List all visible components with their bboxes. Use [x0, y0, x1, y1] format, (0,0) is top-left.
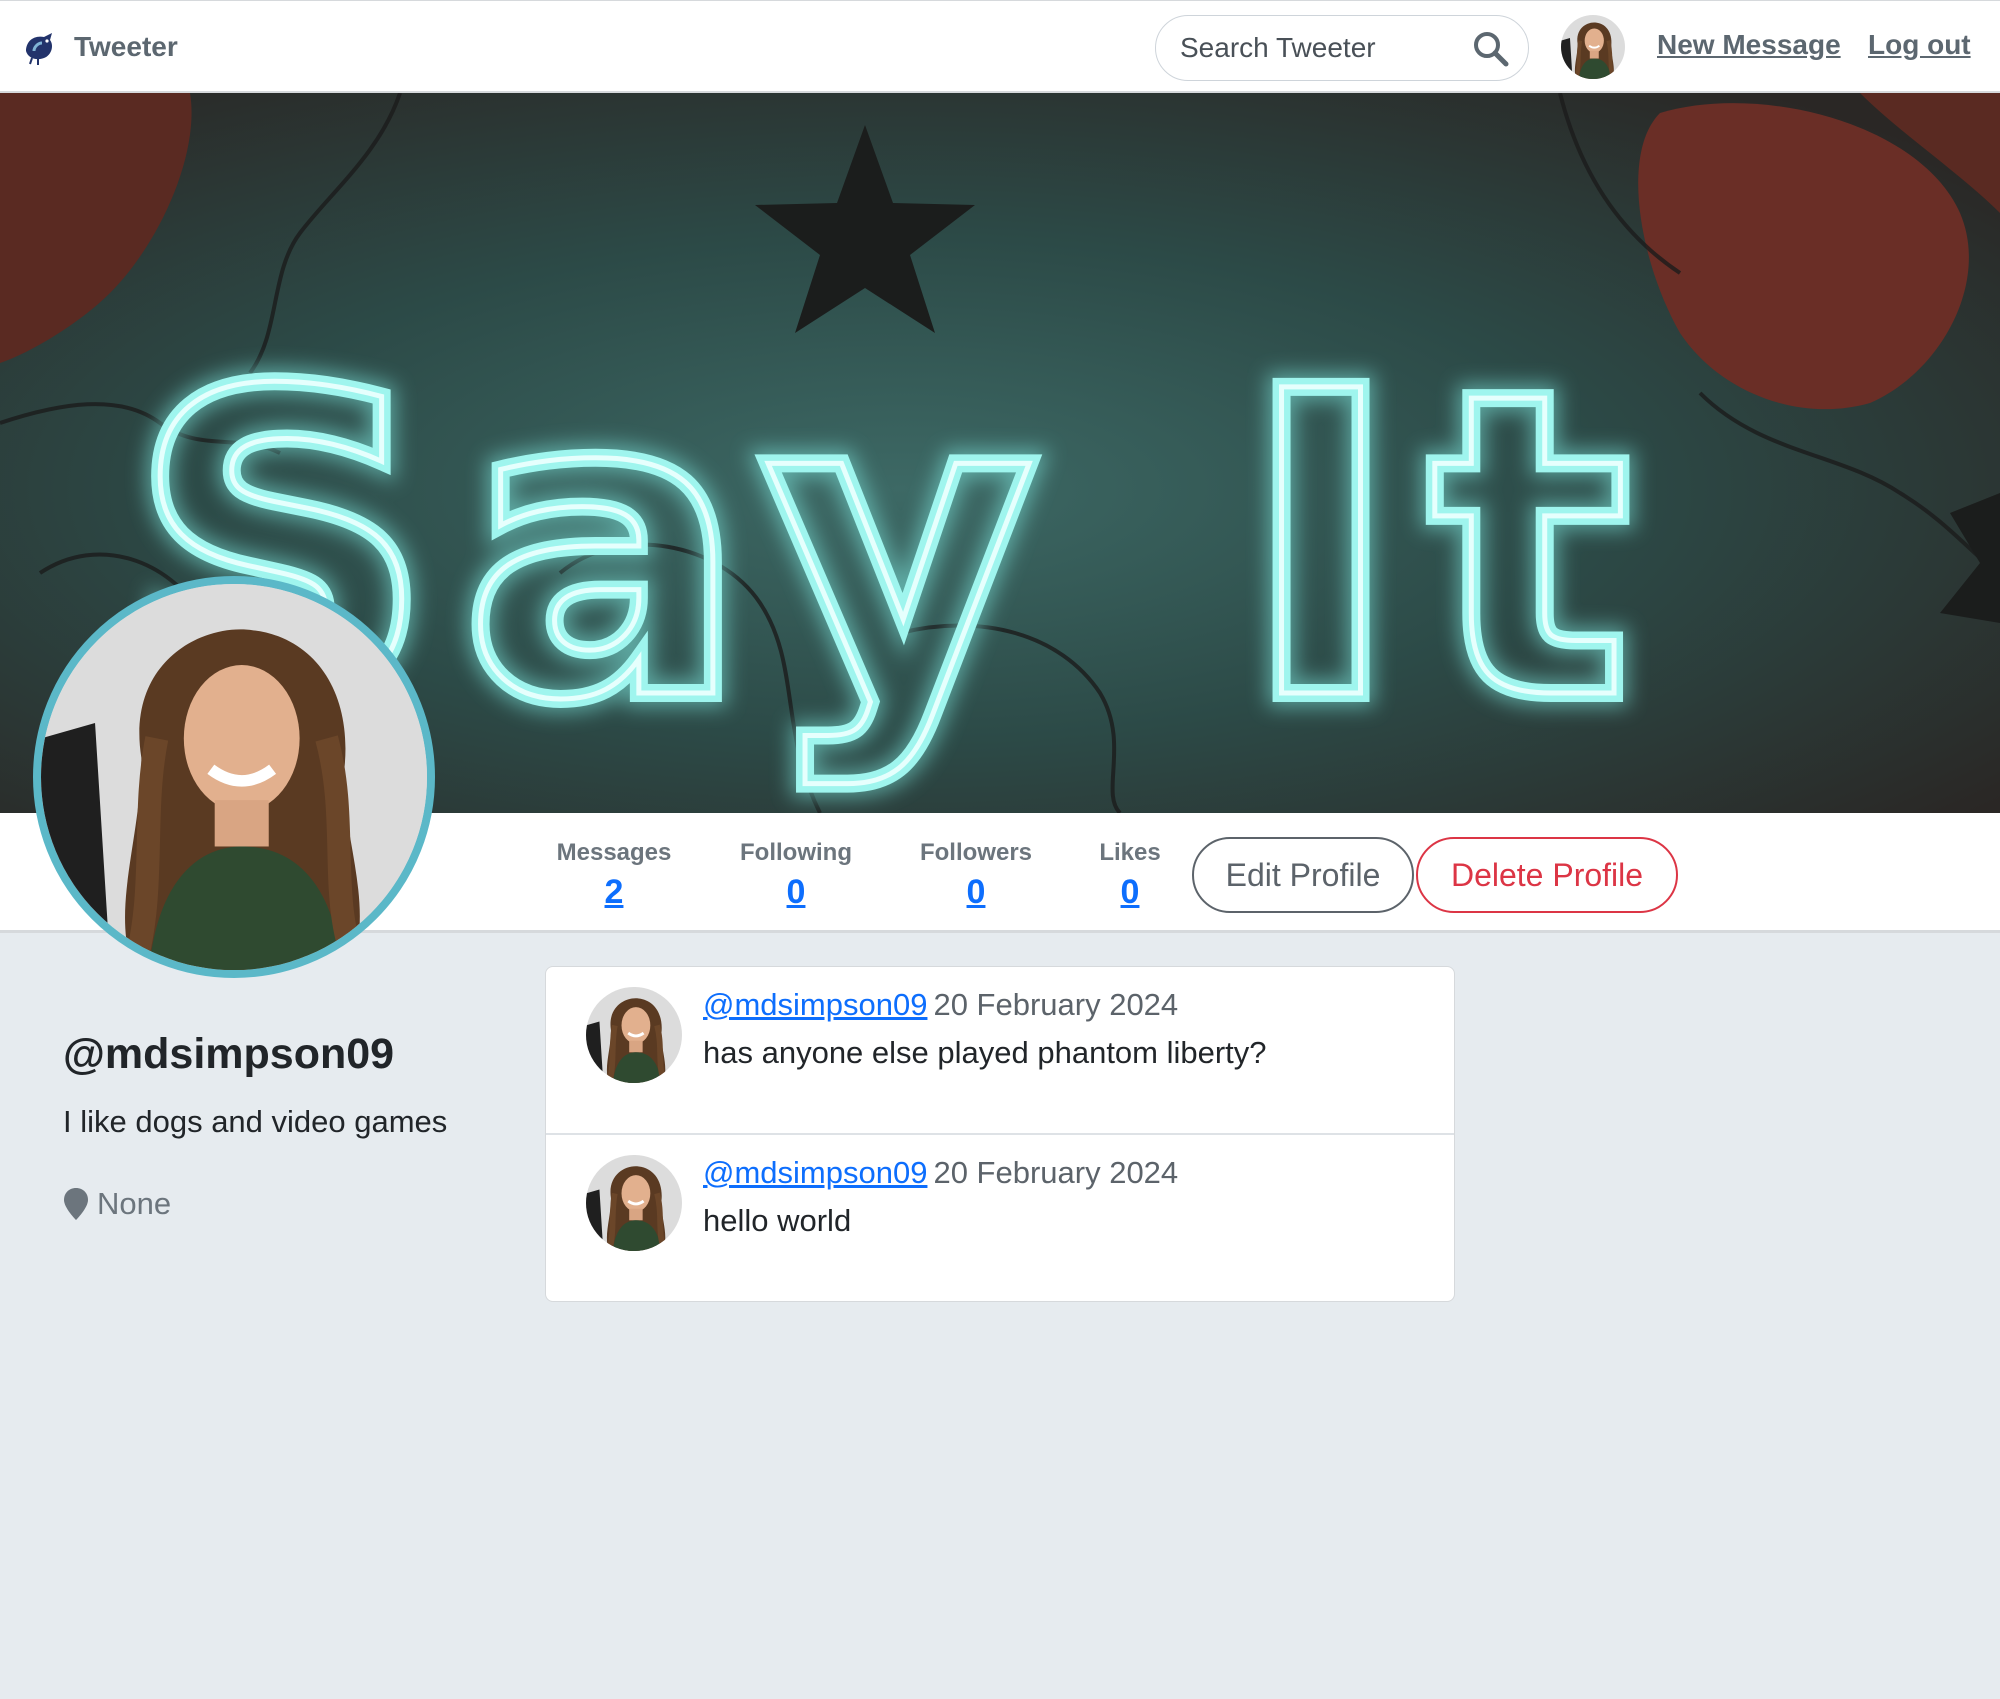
messages-list: @mdsimpson09 20 February 2024 has anyone …	[545, 966, 1455, 1302]
message-text: has anyone else played phantom liberty?	[703, 1035, 1267, 1070]
message-header: @mdsimpson09 20 February 2024	[703, 1155, 1178, 1191]
stat-label: Messages	[556, 839, 672, 866]
profile-location: None	[63, 1184, 171, 1224]
location-text: None	[97, 1186, 172, 1221]
profile-avatar	[33, 576, 435, 978]
stat-likes: Likes 0	[1090, 839, 1170, 912]
new-message-link[interactable]: New Message	[1657, 29, 1841, 61]
following-count-link[interactable]: 0	[732, 873, 860, 912]
profile-bio: I like dogs and video games	[63, 1104, 448, 1139]
stat-label: Followers	[919, 839, 1033, 866]
message-text: hello world	[703, 1203, 852, 1238]
brand-link[interactable]: Tweeter	[20, 23, 178, 71]
message-author-avatar[interactable]	[586, 987, 682, 1083]
stat-messages: Messages 2	[548, 839, 680, 912]
search-icon[interactable]	[1472, 30, 1510, 68]
top-navbar: Tweeter New Message Log out	[0, 0, 2000, 93]
message-item: @mdsimpson09 20 February 2024 has anyone …	[546, 967, 1454, 1135]
likes-count-link[interactable]: 0	[1090, 873, 1170, 912]
location-pin-icon	[64, 1188, 88, 1220]
message-author-link[interactable]: @mdsimpson09	[703, 1155, 927, 1190]
message-header: @mdsimpson09 20 February 2024	[703, 987, 1178, 1023]
search-box	[1155, 15, 1529, 81]
message-item: @mdsimpson09 20 February 2024 hello world	[546, 1133, 1454, 1301]
stat-following: Following 0	[732, 839, 860, 912]
followers-count-link[interactable]: 0	[912, 873, 1040, 912]
nav-user-avatar[interactable]	[1561, 15, 1625, 79]
messages-count-link[interactable]: 2	[548, 873, 680, 912]
edit-profile-button[interactable]: Edit Profile	[1192, 837, 1414, 913]
stat-label: Likes	[1099, 839, 1161, 866]
stat-followers: Followers 0	[912, 839, 1040, 912]
search-input[interactable]	[1180, 28, 1460, 68]
message-date: 20 February 2024	[933, 1155, 1179, 1190]
logout-link[interactable]: Log out	[1868, 29, 1971, 61]
delete-profile-button[interactable]: Delete Profile	[1416, 837, 1678, 913]
message-author-link[interactable]: @mdsimpson09	[703, 987, 927, 1022]
brand-name: Tweeter	[74, 31, 178, 62]
bird-logo-icon	[26, 33, 52, 65]
profile-username: @mdsimpson09	[63, 1030, 395, 1078]
stat-label: Following	[740, 839, 852, 866]
message-author-avatar[interactable]	[586, 1155, 682, 1251]
message-date: 20 February 2024	[933, 987, 1179, 1022]
